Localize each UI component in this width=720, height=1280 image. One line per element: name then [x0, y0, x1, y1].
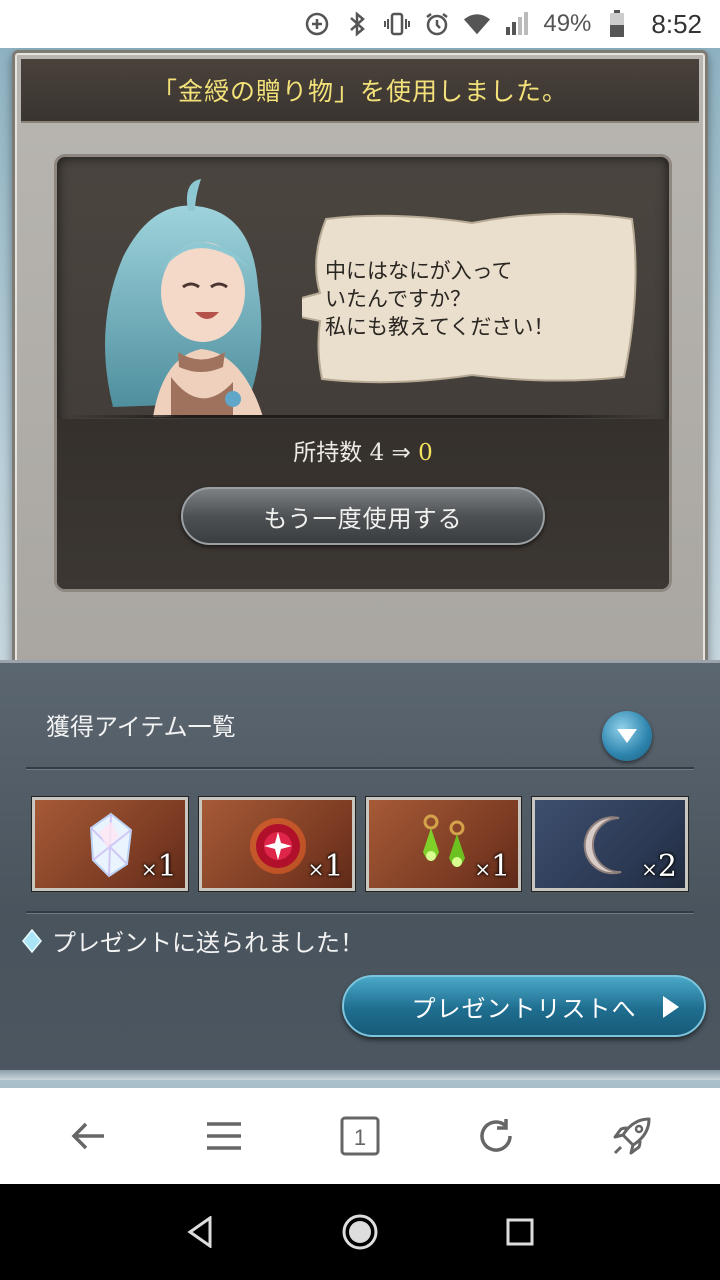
- present-list-button[interactable]: プレゼントリストへ: [342, 975, 706, 1037]
- reload-icon: [480, 1119, 512, 1152]
- battery-icon: [603, 10, 631, 38]
- back-button[interactable]: [56, 1104, 120, 1168]
- item-card-red-orb[interactable]: ×1: [198, 797, 355, 891]
- sent-to-presents-message: プレゼントに送られました！: [22, 923, 364, 958]
- green-earrings-icon: [422, 814, 465, 867]
- bluetooth-icon: [343, 10, 371, 38]
- clock: 8:52: [651, 8, 702, 39]
- count-label: 所持数: [293, 440, 363, 466]
- count-arrow: ⇒: [391, 440, 411, 466]
- rocket-button[interactable]: [600, 1104, 664, 1168]
- nav-home-icon: [342, 1214, 378, 1250]
- item-list: ×1 ×1 ×1 ×2: [32, 797, 688, 893]
- system-navigation-bar: [0, 1184, 720, 1280]
- item-card-silver-moon[interactable]: ×2: [532, 797, 688, 891]
- browser-toolbar: 1: [0, 1088, 720, 1184]
- game-area: 「金綬の贈り物」を使用しました。 中にはなにが入って いたんですか？ 私にも教え…: [0, 48, 720, 1088]
- alarm-icon: [423, 10, 451, 38]
- use-again-button[interactable]: もう一度使用する: [181, 487, 545, 545]
- count-before: 4: [369, 440, 385, 466]
- data-saver-icon: [303, 10, 331, 38]
- count-after: 0: [418, 440, 433, 466]
- red-orb-icon: [249, 818, 306, 874]
- nav-back-button[interactable]: [170, 1202, 230, 1262]
- silver-moon-icon: [583, 816, 622, 875]
- acquired-items-panel: 獲得アイテム一覧 ×1 ×1 ×1 ×2 プレゼントに送られました！ プレゼント…: [0, 660, 720, 1080]
- status-bar: 49% 8:52: [0, 0, 720, 48]
- item-card-crystal[interactable]: ×1: [32, 797, 188, 891]
- vibrate-icon: [383, 10, 411, 38]
- triangle-down-icon: [617, 729, 637, 743]
- tab-count: 1: [354, 1125, 366, 1150]
- item-count: 所持数 4 ⇒ 0: [57, 433, 669, 467]
- nav-back-icon: [187, 1216, 212, 1248]
- message-panel: 中にはなにが入って いたんですか？ 私にも教えてください！ 所持数 4 ⇒ 0 …: [57, 157, 669, 589]
- dialog-header: 「金綬の贈り物」を使用しました。: [21, 59, 699, 123]
- item-quantity: ×1: [307, 849, 344, 884]
- speech-text: 中にはなにが入って いたんですか？ 私にも教えてください！: [325, 259, 555, 339]
- item-used-dialog: 「金綬の贈り物」を使用しました。 中にはなにが入って いたんですか？ 私にも教え…: [12, 50, 708, 672]
- reload-button[interactable]: [464, 1104, 528, 1168]
- item-quantity: ×2: [641, 849, 677, 884]
- present-list-label: プレゼントリストへ: [411, 994, 637, 1023]
- wifi-icon: [463, 10, 491, 38]
- acquired-items-title: 獲得アイテム一覧: [46, 713, 236, 741]
- nav-recents-icon: [506, 1218, 534, 1246]
- play-arrow-icon: [663, 996, 679, 1018]
- divider: [26, 911, 694, 913]
- rocket-icon: [613, 1117, 651, 1155]
- nav-home-button[interactable]: [330, 1202, 390, 1262]
- item-card-green-earrings[interactable]: ×1: [365, 797, 522, 891]
- dialog-title: 「金綬の贈り物」を使用しました。: [151, 77, 568, 106]
- nav-recents-button[interactable]: [490, 1202, 550, 1262]
- back-icon: [71, 1122, 104, 1150]
- diamond-icon: [22, 928, 42, 953]
- menu-button[interactable]: [192, 1104, 256, 1168]
- menu-icon: [207, 1122, 241, 1150]
- divider: [26, 767, 694, 769]
- collapse-button[interactable]: [602, 711, 652, 761]
- tabs-button[interactable]: 1: [328, 1104, 392, 1168]
- battery-percent: 49%: [543, 10, 592, 37]
- signal-icon: [503, 10, 531, 38]
- item-quantity: ×1: [474, 849, 511, 884]
- sent-message-text: プレゼントに送られました！: [52, 929, 364, 957]
- item-quantity: ×1: [140, 849, 177, 884]
- character-portrait: [105, 179, 263, 417]
- crystal-icon: [89, 812, 133, 878]
- tabs-icon: 1: [340, 1116, 380, 1156]
- divider: [65, 415, 661, 418]
